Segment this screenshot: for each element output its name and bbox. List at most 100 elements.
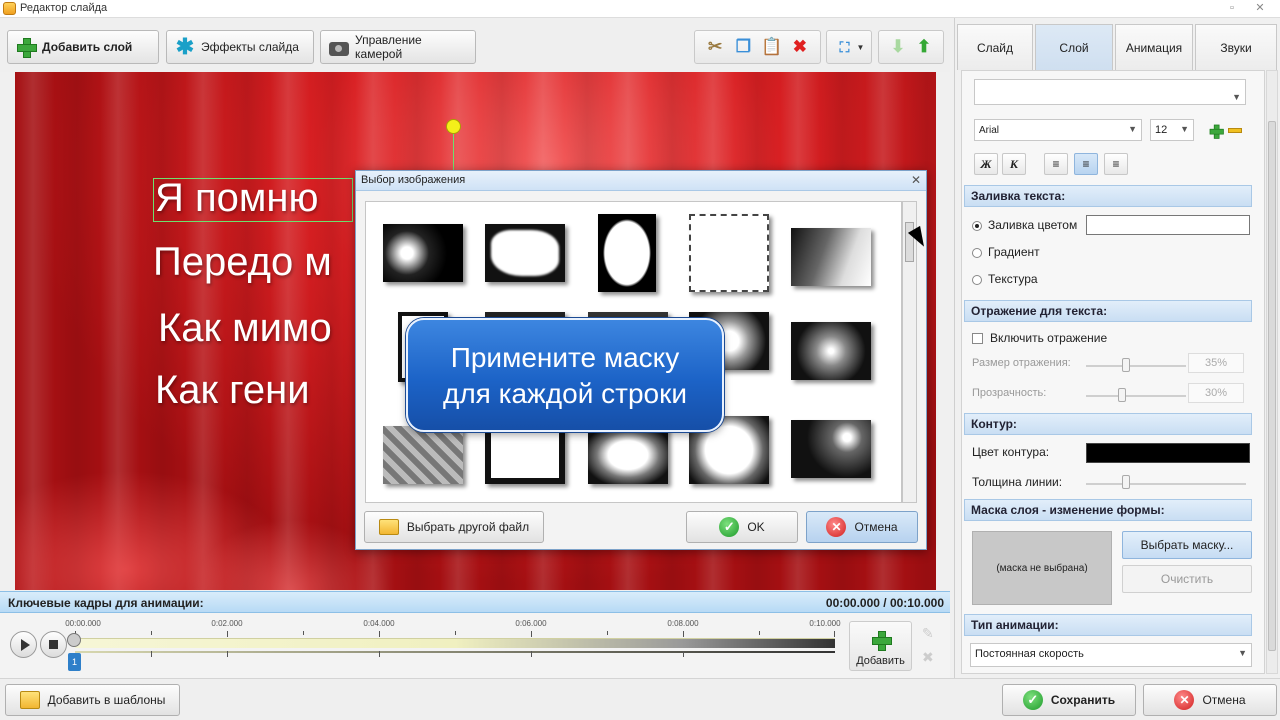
transparency-knob[interactable] <box>1118 388 1126 402</box>
add-to-templates-button[interactable]: Добавить в шаблоны <box>5 684 180 716</box>
callout-line-1: Примените маску <box>450 342 680 373</box>
gradient-radio[interactable] <box>972 248 982 258</box>
slide-effects-button[interactable]: ✱ Эффекты слайда <box>166 30 314 64</box>
mask-thumb[interactable] <box>598 214 656 292</box>
font-size-select[interactable]: 12 ▼ <box>1150 119 1194 141</box>
mask-thumb[interactable] <box>791 228 871 286</box>
mask-thumb[interactable] <box>485 426 565 484</box>
bottom-bar: Добавить в шаблоны ✓ Сохранить ✕ Отмена <box>0 678 1280 720</box>
scroll-thumb[interactable] <box>1268 121 1276 651</box>
contour-color-label: Цвет контура: <box>972 445 1050 459</box>
chevron-down-icon[interactable]: ▼ <box>857 43 865 52</box>
camera-control-button[interactable]: Управление камерой <box>320 30 476 64</box>
delete-keyframe-icon[interactable]: ✖ <box>922 649 934 666</box>
transparency-spin[interactable]: 30% <box>1188 383 1244 403</box>
keyframe-1[interactable]: 1 <box>68 653 81 671</box>
stop-button[interactable] <box>40 631 67 658</box>
text-line-1[interactable]: Я помню <box>155 176 319 221</box>
paste-icon[interactable]: 📋 <box>761 36 783 58</box>
mask-thumb[interactable] <box>588 426 668 484</box>
text-line-3[interactable]: Как мимо <box>158 306 332 351</box>
playhead-marker[interactable] <box>67 633 81 647</box>
decrease-font-icon[interactable] <box>1228 128 1242 133</box>
line-width-knob[interactable] <box>1122 475 1130 489</box>
tab-slide[interactable]: Слайд <box>957 24 1033 70</box>
tick <box>379 631 380 637</box>
close-icon[interactable]: ✕ <box>1250 0 1270 16</box>
add-keyframe-button[interactable]: Добавить <box>849 621 912 671</box>
tab-layer[interactable]: Слой <box>1035 24 1113 70</box>
dialog-ok-button[interactable]: ✓ OK <box>686 511 798 543</box>
zoom-group[interactable]: ⛶ ▼ <box>826 30 872 64</box>
text-line-2[interactable]: Передо м <box>153 240 332 285</box>
tick-label: 0:02.000 <box>211 619 243 628</box>
choose-mask-button[interactable]: Выбрать маску... <box>1122 531 1252 559</box>
italic-button[interactable]: К <box>1002 153 1026 175</box>
align-center-button[interactable]: ≡ <box>1074 153 1098 175</box>
tab-animation[interactable]: Анимация <box>1115 24 1193 70</box>
mask-thumb[interactable] <box>485 224 565 282</box>
align-right-button[interactable]: ≡ <box>1104 153 1128 175</box>
chevron-down-icon: ▼ <box>1128 124 1137 134</box>
text-line-4[interactable]: Как гени <box>155 368 310 413</box>
properties-panel: Слайд Слой Анимация Звуки ▼ Arial ▼ 12 ▼… <box>954 18 1280 678</box>
layer-text-input[interactable]: ▼ <box>974 79 1246 105</box>
dialog-cancel-button[interactable]: ✕ Отмена <box>806 511 918 543</box>
choose-file-button[interactable]: Выбрать другой файл <box>364 511 544 543</box>
edit-keyframe-icon[interactable]: ✎ <box>922 625 934 642</box>
move-down-icon[interactable]: ⬇ <box>887 36 909 58</box>
fit-icon[interactable]: ⛶ <box>834 36 856 58</box>
dialog-title: Выбор изображения <box>356 171 926 191</box>
contour-color-swatch[interactable] <box>1086 443 1250 463</box>
bold-button[interactable]: Ж <box>974 153 998 175</box>
delete-icon[interactable]: ✖ <box>789 36 811 58</box>
tick <box>303 631 304 635</box>
cancel-button[interactable]: ✕ Отмена <box>1143 684 1277 716</box>
add-keyframe-label: Добавить <box>856 655 905 667</box>
increase-font-icon[interactable] <box>1209 124 1224 139</box>
add-layer-button[interactable]: Добавить слой <box>7 30 159 64</box>
tick-label: 0:06.000 <box>515 619 547 628</box>
restore-icon[interactable]: ▫ <box>1222 0 1242 16</box>
move-up-icon[interactable]: ⬆ <box>913 36 935 58</box>
tab-sounds[interactable]: Звуки <box>1195 24 1277 70</box>
anim-type-select[interactable]: Постоянная скорость ▼ <box>970 643 1252 667</box>
camera-control-label: Управление камерой <box>355 33 422 61</box>
reflection-size-slider[interactable] <box>1086 365 1186 367</box>
reflection-size-knob[interactable] <box>1122 358 1130 372</box>
fill-color-swatch[interactable] <box>1086 215 1250 235</box>
dialog-close-icon[interactable]: ✕ <box>911 173 921 187</box>
reflection-size-label: Размер отражения: <box>972 357 1071 369</box>
cut-icon[interactable]: ✂ <box>704 36 726 58</box>
play-button[interactable] <box>10 631 37 658</box>
copy-icon[interactable]: ❐ <box>732 36 754 58</box>
font-select[interactable]: Arial ▼ <box>974 119 1142 141</box>
line-width-slider[interactable] <box>1086 483 1246 485</box>
callout-line-2: для каждой строки <box>443 378 687 409</box>
font-size-value: 12 <box>1155 124 1168 136</box>
order-group: ⬇ ⬆ <box>878 30 944 64</box>
align-left-button[interactable]: ≡ <box>1044 153 1068 175</box>
rotate-handle[interactable] <box>446 119 461 134</box>
mask-thumb[interactable] <box>383 224 463 282</box>
timeline-track[interactable] <box>75 638 835 648</box>
mask-thumb[interactable] <box>689 214 769 292</box>
texture-radio[interactable] <box>972 275 982 285</box>
mask-thumb[interactable] <box>791 420 871 478</box>
plus-icon <box>871 630 892 651</box>
panel-scrollbar[interactable] <box>1266 70 1278 674</box>
mask-thumb[interactable] <box>791 322 871 380</box>
reflection-size-spin[interactable]: 35% <box>1188 353 1244 373</box>
tick <box>531 651 532 657</box>
tick <box>227 631 228 637</box>
mask-thumb[interactable] <box>383 426 463 484</box>
cancel-icon: ✕ <box>1174 690 1195 710</box>
save-button[interactable]: ✓ Сохранить <box>1002 684 1136 716</box>
transparency-slider[interactable] <box>1086 395 1186 397</box>
fill-color-radio[interactable] <box>972 221 982 231</box>
stop-icon <box>49 640 58 649</box>
enable-reflection-checkbox[interactable] <box>972 333 983 344</box>
save-label: Сохранить <box>1050 693 1116 707</box>
clear-mask-button[interactable]: Очистить <box>1122 565 1252 593</box>
panel-tabs: Слайд Слой Анимация Звуки <box>957 24 1279 70</box>
